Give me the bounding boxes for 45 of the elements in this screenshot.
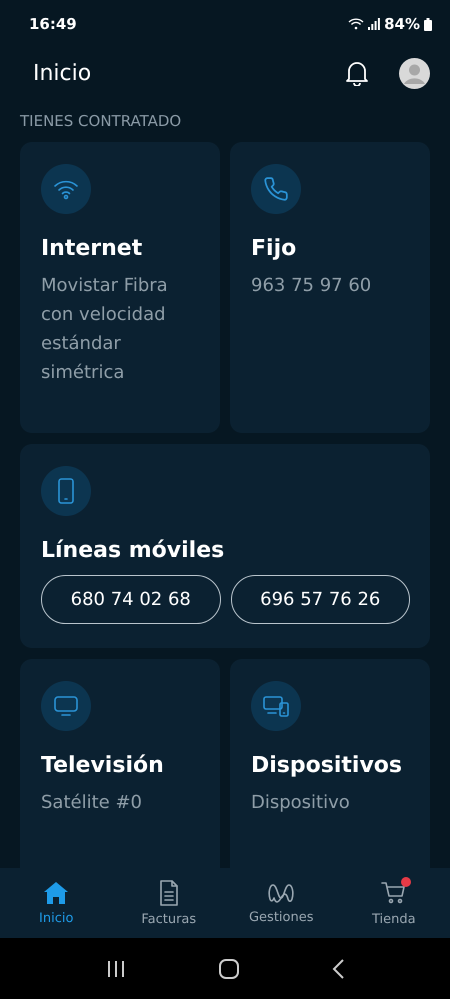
phone-number-button[interactable]: 680 74 02 68 <box>41 575 220 624</box>
nav-tab[interactable]: Facturas <box>112 868 225 938</box>
wifi-icon <box>53 178 79 200</box>
card-title: Fijo <box>251 236 298 261</box>
document-icon <box>158 880 179 906</box>
logo-icon <box>267 882 296 904</box>
card-description: Movistar Fibra con velocidad estándar simétrica <box>41 274 169 385</box>
home-icon <box>43 880 70 904</box>
service-card[interactable]: Líneas móviles 680 74 02 68 696 57 76 26 <box>20 444 430 648</box>
section-heading: TIENES CONTRATADO <box>19 111 182 132</box>
nav-label: Tienda <box>372 912 416 926</box>
card-title: Televisión <box>41 753 165 778</box>
recent-apps-icon[interactable] <box>106 960 126 978</box>
wifi-signal-icon <box>348 18 364 30</box>
tv-icon <box>53 695 79 717</box>
notifications-button[interactable] <box>345 60 369 86</box>
mobile-phone-icon <box>57 478 75 504</box>
nav-label: Inicio <box>39 910 74 926</box>
cell-signal-icon <box>368 18 380 30</box>
cart-icon <box>380 880 407 906</box>
nav-label: Gestiones <box>248 910 314 924</box>
status-time: 16:49 <box>29 15 77 33</box>
card-description: Satélite #0 <box>41 791 143 815</box>
battery-percentage: 84% <box>384 15 420 33</box>
page-title: Inicio <box>33 60 92 86</box>
phone-icon <box>263 176 289 202</box>
service-card[interactable]: Dispositivos Dispositivo <box>230 659 430 868</box>
card-title: Internet <box>41 236 144 261</box>
home-button-icon[interactable] <box>218 958 239 978</box>
card-title: Líneas móviles <box>41 538 226 563</box>
nav-tab[interactable]: Gestiones <box>225 868 338 938</box>
card-description: Dispositivo <box>251 791 351 815</box>
nav-tab[interactable]: Tienda <box>338 868 450 938</box>
service-card[interactable]: Televisión Satélite #0 <box>20 659 220 868</box>
phone-number-button[interactable]: 696 57 76 26 <box>230 575 410 624</box>
card-title: Dispositivos <box>251 753 404 778</box>
service-card[interactable]: Internet Movistar Fibra con velocidad estándar simétrica <box>20 142 220 433</box>
back-icon[interactable] <box>332 958 344 978</box>
battery-icon <box>424 18 432 30</box>
service-card[interactable]: Fijo 963 75 97 60 <box>230 142 430 433</box>
profile-avatar[interactable] <box>399 58 430 88</box>
card-description: 963 75 97 60 <box>251 274 372 298</box>
nav-label: Facturas <box>141 912 196 926</box>
nav-tab[interactable]: Inicio <box>0 868 112 938</box>
devices-icon <box>262 695 290 717</box>
